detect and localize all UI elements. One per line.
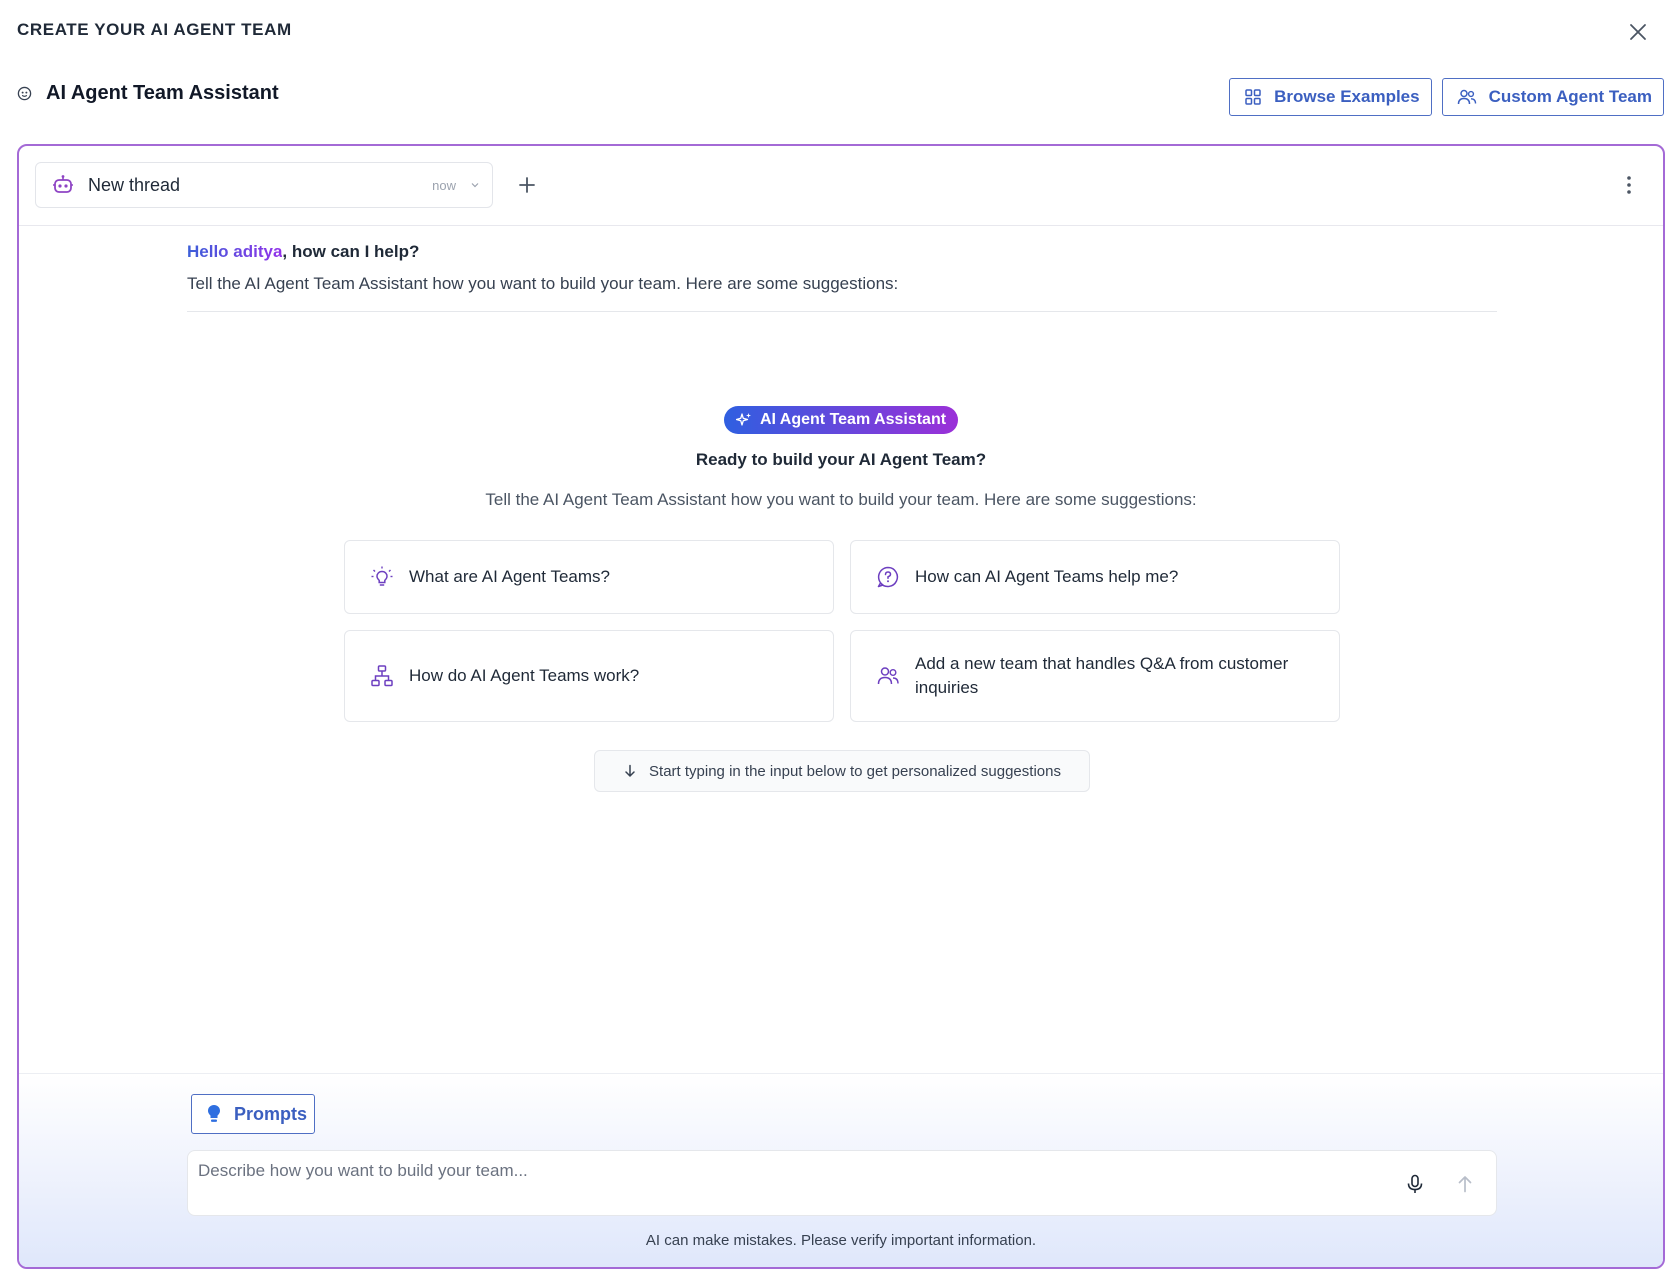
microphone-icon xyxy=(1407,1174,1423,1193)
suggestion-label: How do AI Agent Teams work? xyxy=(409,666,640,685)
plus-icon xyxy=(519,177,535,193)
assistant-pill: AI Agent Team Assistant xyxy=(723,406,959,434)
arrow-down-icon xyxy=(625,764,635,777)
sparkle-icon xyxy=(735,413,751,426)
browse-examples-button[interactable]: Browse Examples xyxy=(1229,78,1432,116)
greeting: Hello aditya, how can I help? Tell the A… xyxy=(187,242,898,294)
robot-icon xyxy=(53,175,73,193)
browse-examples-label: Browse Examples xyxy=(1274,87,1420,106)
hierarchy-icon xyxy=(369,663,395,689)
suggestion-label: How can AI Agent Teams help me? xyxy=(915,567,1179,586)
lightbulb-icon xyxy=(208,1105,220,1122)
arrow-up-icon xyxy=(1458,1176,1472,1193)
greeting-subtitle: Tell the AI Agent Team Assistant how you… xyxy=(187,274,899,293)
prompts-label: Prompts xyxy=(234,1103,308,1124)
custom-agent-team-button[interactable]: Custom Agent Team xyxy=(1441,78,1664,116)
vertical-dots-icon xyxy=(1627,176,1631,194)
chevron-down-icon xyxy=(471,183,479,188)
message-input[interactable] xyxy=(198,1161,1378,1207)
close-icon xyxy=(1630,24,1646,40)
greeting-divider xyxy=(187,311,1497,312)
suggestion-label: What are AI Agent Teams? xyxy=(409,567,610,586)
chat-panel: New thread now Hello aditya, how can I h… xyxy=(17,144,1665,1269)
header-actions: Browse Examples Custom Agent Team xyxy=(1229,78,1664,116)
assistant-header: AI Agent Team Assistant xyxy=(17,82,279,105)
assistant-pill-label: AI Agent Team Assistant xyxy=(759,411,947,428)
close-button[interactable] xyxy=(1624,18,1652,46)
more-options-button[interactable] xyxy=(1619,170,1639,200)
question-bubble-icon xyxy=(875,564,901,590)
suggestion-card[interactable]: How can AI Agent Teams help me? xyxy=(850,540,1340,614)
ai-disclaimer: AI can make mistakes. Please verify impo… xyxy=(645,1232,1037,1249)
thread-selector[interactable]: New thread now xyxy=(35,162,493,208)
users-icon xyxy=(1457,89,1476,105)
thread-time: now xyxy=(432,177,456,193)
typing-hint: Start typing in the input below to get p… xyxy=(594,750,1090,792)
message-input-box xyxy=(187,1150,1497,1216)
grid-icon xyxy=(1245,89,1261,105)
greeting-question: , how can I help? xyxy=(282,242,420,261)
welcome-heading: Ready to build your AI Agent Team? xyxy=(695,450,987,469)
welcome-subtitle: Tell the AI Agent Team Assistant how you… xyxy=(485,490,1197,509)
suggestion-card[interactable]: What are AI Agent Teams? xyxy=(344,540,834,614)
assistant-icon xyxy=(17,86,32,101)
users-icon xyxy=(875,663,901,689)
send-button[interactable] xyxy=(1452,1171,1478,1197)
chat-topbar: New thread now xyxy=(19,146,1663,226)
suggestion-card[interactable]: Add a new team that handles Q&A from cus… xyxy=(850,630,1340,722)
prompts-button[interactable]: Prompts xyxy=(191,1094,315,1134)
lightbulb-icon xyxy=(369,564,395,590)
new-thread-button[interactable] xyxy=(512,170,542,200)
welcome-block: AI Agent Team Assistant Ready to build y… xyxy=(19,406,1663,510)
assistant-title: AI Agent Team Assistant xyxy=(46,82,279,104)
modal-title: CREATE YOUR AI AGENT TEAM xyxy=(17,20,292,39)
greeting-line: Hello aditya, how can I help? xyxy=(187,242,898,262)
suggestion-grid: What are AI Agent Teams? How can AI Agen… xyxy=(344,540,1340,722)
suggestion-card[interactable]: How do AI Agent Teams work? xyxy=(344,630,834,722)
suggestion-label: Add a new team that handles Q&A from cus… xyxy=(915,654,1289,697)
voice-input-button[interactable] xyxy=(1402,1171,1428,1197)
greeting-hello: Hello aditya xyxy=(187,242,283,261)
composer-area: Prompts AI can make mistakes. Please ver… xyxy=(19,1073,1663,1267)
typing-hint-text: Start typing in the input below to get p… xyxy=(649,762,1061,780)
thread-name: New thread xyxy=(88,174,181,195)
custom-agent-team-label: Custom Agent Team xyxy=(1488,87,1652,106)
